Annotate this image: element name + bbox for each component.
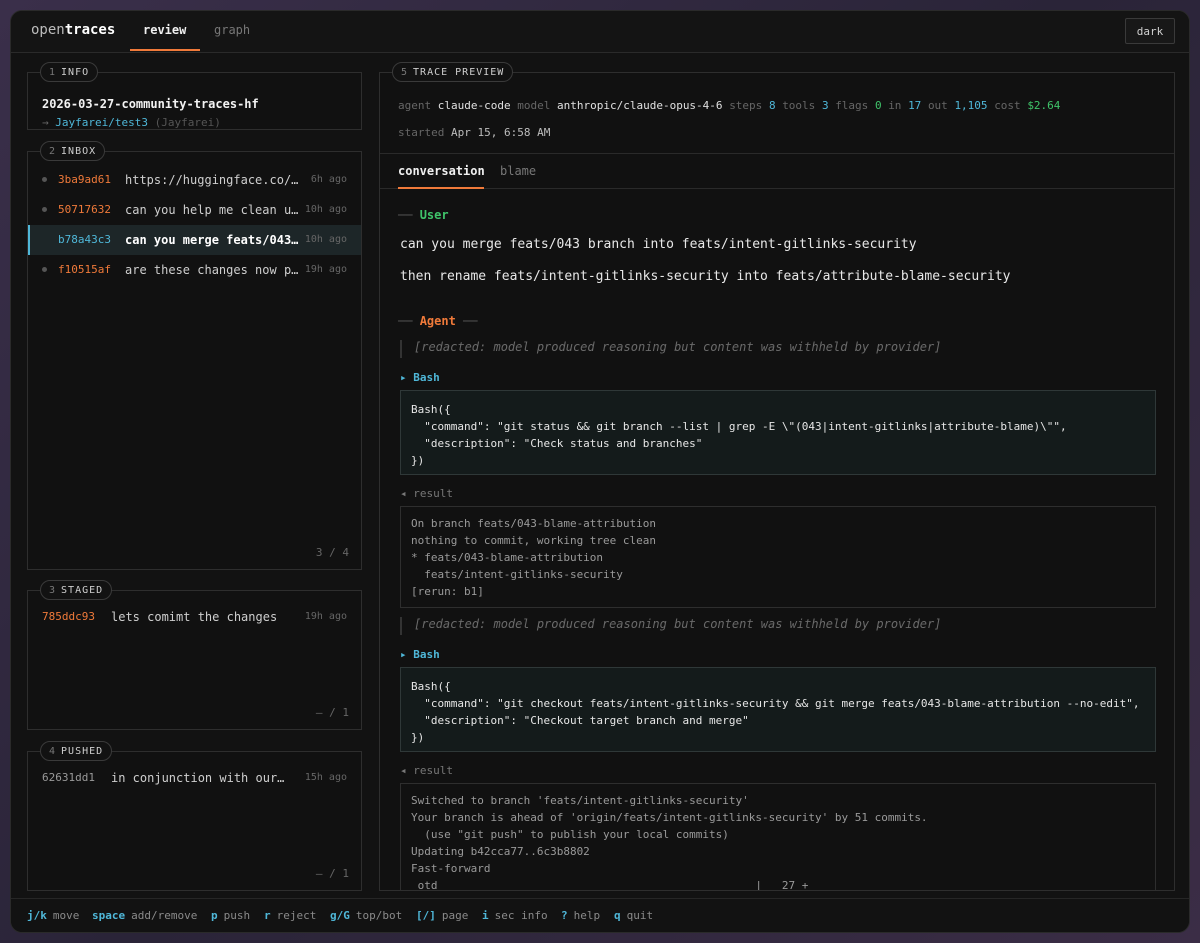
status-dot [42,177,47,182]
trace-preview-panel: 5 TRACE PREVIEW agent claude-code model a… [379,62,1175,891]
keybinding: p push [211,909,251,922]
user-role-label: ── User [398,208,449,222]
panel-label: 1 INFO [40,62,99,82]
conversation-view[interactable]: ── User can you merge feats/043 branch i… [380,191,1174,890]
inbox-counter: 3 / 4 [315,546,349,559]
tool-call-code: Bash({ "command": "git status && git bra… [400,390,1156,475]
status-dot [42,267,47,272]
keybinding: ? help [561,909,601,922]
redacted-reasoning: [redacted: model produced reasoning but … [400,340,941,358]
top-bar: opentraces review graph dark [11,11,1189,53]
staged-panel: 3 STAGED 785ddc93 lets comimt the changes… [27,580,362,730]
list-item[interactable]: 785ddc93 lets comimt the changes 19h ago [28,602,361,632]
tool-call-toggle[interactable]: ▸ Bash [400,648,440,661]
list-item[interactable]: f10515af are these changes now p... 19h … [28,255,361,285]
staged-counter: – / 1 [315,706,349,719]
panel-label: 3 STAGED [40,580,113,600]
agent-role-label: ── Agent ── [398,314,478,328]
repo-link[interactable]: Jayfarei/test3 [55,116,148,129]
repo-info: → Jayfarei/test3 (Jayfarei) [42,116,221,129]
pushed-counter: – / 1 [315,867,349,880]
inbox-panel: 2 INBOX 3ba9ad61 https://huggingface.co/.… [27,141,362,570]
keybinding: [/] page [416,909,469,922]
tool-result: On branch feats/043-blame-attribution no… [400,506,1156,608]
list-item[interactable]: 3ba9ad61 https://huggingface.co/... 6h a… [28,165,361,195]
redacted-reasoning: [redacted: model produced reasoning but … [400,617,941,635]
result-toggle[interactable]: ◂ result [400,487,453,500]
active-tab-indicator [130,49,200,51]
tool-call-code: Bash({ "command": "git checkout feats/in… [400,667,1156,752]
info-panel: 1 INFO 2026-03-27-community-traces-hf → J… [27,62,362,130]
tab-graph[interactable]: graph [214,23,250,37]
user-message-line: then rename feats/intent-gitlinks-securi… [400,269,1011,284]
list-item[interactable]: 50717632 can you help me clean u... 10h … [28,195,361,225]
user-message-line: can you merge feats/043 branch into feat… [400,237,917,252]
list-item-selected[interactable]: b78a43c3 can you merge feats/043... 10h … [28,225,361,255]
tab-conversation[interactable]: conversation [398,164,485,178]
theme-toggle-button[interactable]: dark [1125,18,1175,44]
app-window: opentraces review graph dark 1 INFO 2026-… [10,10,1190,933]
app-logo: opentraces [31,22,116,38]
active-tab-indicator [398,187,484,189]
trace-meta: agent claude-code model anthropic/claude… [398,99,1061,112]
status-dot [42,207,47,212]
keybinding: space add/remove [92,909,198,922]
dataset-name: 2026-03-27-community-traces-hf [42,97,259,111]
panel-label: 2 INBOX [40,141,106,161]
panel-label: 5 TRACE PREVIEW [392,62,514,82]
keybindings-bar: j/k move space add/remove p push r reject g/… [11,898,1189,932]
trace-started: started Apr 15, 6:58 AM [398,126,551,139]
result-toggle[interactable]: ◂ result [400,764,453,777]
tool-result: Switched to branch 'feats/intent-gitlink… [400,783,1156,890]
keybinding: r reject [264,909,317,922]
keybinding: i sec info [482,909,548,922]
tool-call-toggle[interactable]: ▸ Bash [400,371,440,384]
tab-review[interactable]: review [143,23,186,37]
preview-tabs: conversation blame [380,153,1174,189]
keybinding: g/G top/bot [330,909,403,922]
selection-bar [28,225,30,255]
keybinding: j/k move [27,909,80,922]
list-item[interactable]: 62631dd1 in conjunction with our... 15h … [28,763,361,793]
tab-blame[interactable]: blame [500,164,536,178]
panel-label: 4 PUSHED [40,741,113,761]
keybinding: q quit [614,909,654,922]
pushed-panel: 4 PUSHED 62631dd1 in conjunction with our… [27,741,362,891]
